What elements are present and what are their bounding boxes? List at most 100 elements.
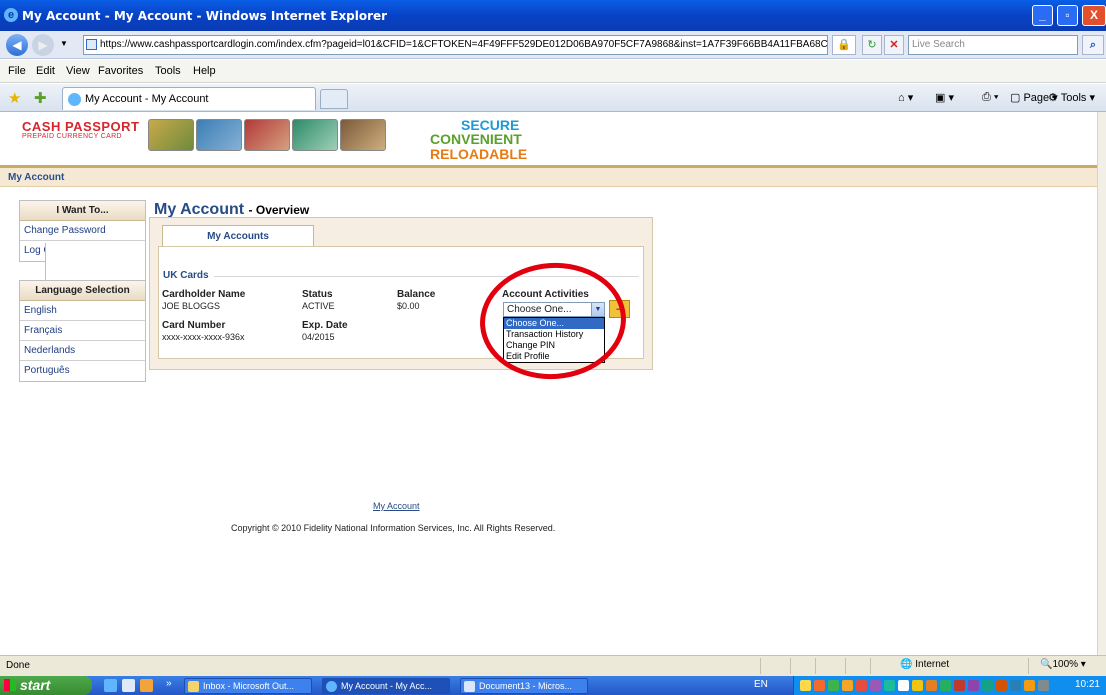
- page-content: CASH PASSPORT PREPAID CURRENCY CARD SECU…: [0, 112, 1097, 655]
- tray-icon[interactable]: [912, 680, 923, 691]
- tray-icon[interactable]: [1024, 680, 1035, 691]
- language-francais[interactable]: Français: [20, 321, 145, 341]
- refresh-icon[interactable]: ↻: [862, 35, 882, 55]
- language-selection-box: Language Selection English Français Nede…: [19, 280, 146, 382]
- menu-bar: File Edit View Favorites Tools Help: [0, 60, 1106, 83]
- tab-my-account[interactable]: My Account - My Account: [62, 87, 316, 110]
- tray-icon[interactable]: [940, 680, 951, 691]
- tray-icon[interactable]: [1010, 680, 1021, 691]
- status-divider: [1028, 658, 1029, 674]
- minimize-button[interactable]: _: [1032, 5, 1053, 26]
- forward-button[interactable]: ▶: [32, 34, 54, 56]
- cards-banner-image: [148, 116, 388, 154]
- add-favorite-icon[interactable]: ✚: [34, 89, 47, 107]
- menu-view[interactable]: View: [66, 65, 90, 77]
- card-image: [292, 119, 338, 151]
- start-button[interactable]: start: [0, 676, 92, 695]
- windows-flag-icon: [4, 679, 16, 691]
- language-indicator[interactable]: EN: [754, 679, 768, 690]
- menu-favorites[interactable]: Favorites: [98, 65, 143, 77]
- breadcrumb-my-account[interactable]: My Account: [8, 172, 64, 183]
- brand-logo[interactable]: CASH PASSPORT: [22, 119, 140, 134]
- language-portugues[interactable]: Português: [20, 361, 145, 381]
- status-divider: [845, 658, 846, 674]
- tab-my-accounts[interactable]: My Accounts: [162, 225, 314, 247]
- status-text: Done: [6, 660, 30, 671]
- language-nederlands[interactable]: Nederlands: [20, 341, 145, 361]
- card-number-label: Card Number: [162, 320, 226, 331]
- language-selection-header: Language Selection: [20, 281, 145, 301]
- window-titlebar: e My Account - My Account - Windows Inte…: [0, 0, 1106, 31]
- url-field[interactable]: https://www.cashpassportcardlogin.com/in…: [83, 35, 828, 55]
- sidebar-item-change-password[interactable]: Change Password: [20, 221, 145, 241]
- tray-icon[interactable]: [814, 680, 825, 691]
- window-title: My Account - My Account - Windows Intern…: [22, 9, 388, 23]
- language-english[interactable]: English: [20, 301, 145, 321]
- feeds-icon[interactable]: ▣ ▾: [935, 91, 954, 104]
- status-divider: [815, 658, 816, 674]
- quicklaunch-expand-icon[interactable]: »: [166, 678, 172, 689]
- menu-file[interactable]: File: [8, 65, 26, 77]
- tray-icon[interactable]: [1038, 680, 1049, 691]
- home-icon[interactable]: ⌂ ▾: [898, 91, 913, 104]
- print-icon[interactable]: ⎙ ▾: [982, 91, 998, 104]
- status-divider: [790, 658, 791, 674]
- tray-icon[interactable]: [996, 680, 1007, 691]
- internet-zone[interactable]: 🌐 Internet: [900, 659, 949, 670]
- taskbar-item-outlook[interactable]: Inbox - Microsoft Out...: [184, 678, 312, 694]
- tray-icon[interactable]: [898, 680, 909, 691]
- tray-icon[interactable]: [982, 680, 993, 691]
- search-icon[interactable]: ⌕: [1082, 35, 1104, 55]
- tray-icon[interactable]: [968, 680, 979, 691]
- tray-icon[interactable]: [954, 680, 965, 691]
- site-header: CASH PASSPORT PREPAID CURRENCY CARD SECU…: [0, 112, 1097, 168]
- card-image: [244, 119, 290, 151]
- balance-label: Balance: [397, 289, 436, 300]
- outlook-icon: [188, 681, 199, 692]
- i-want-to-header: I Want To...: [20, 201, 145, 221]
- status-divider: [760, 658, 761, 674]
- menu-tools[interactable]: Tools: [155, 65, 181, 77]
- footer-my-account-link[interactable]: My Account: [373, 501, 420, 511]
- tray-icon[interactable]: [828, 680, 839, 691]
- quicklaunch-ie-icon[interactable]: [104, 679, 117, 692]
- maximize-button[interactable]: ▫: [1057, 5, 1078, 26]
- tab-bar: ★ ✚ My Account - My Account ⌂ ▾ ▣ ▾ ⎙ ▾ …: [0, 84, 1106, 112]
- status-bar: Done 🌐 Internet 🔍100% ▾: [0, 655, 1106, 676]
- close-button[interactable]: X: [1082, 5, 1106, 26]
- status-value: ACTIVE: [302, 301, 335, 311]
- history-dropdown-icon[interactable]: ▼: [60, 39, 68, 48]
- taskbar-item-word[interactable]: Document13 - Micros...: [460, 678, 588, 694]
- tray-icon[interactable]: [884, 680, 895, 691]
- favorites-star-icon[interactable]: ★: [8, 89, 21, 107]
- zoom-level[interactable]: 🔍100% ▾: [1040, 659, 1086, 670]
- ie-icon: [326, 681, 337, 692]
- status-divider: [870, 658, 871, 674]
- page-favicon-icon: [86, 39, 97, 50]
- word-icon: [464, 681, 475, 692]
- menu-edit[interactable]: Edit: [36, 65, 55, 77]
- tray-icon[interactable]: [870, 680, 881, 691]
- quicklaunch-media-icon[interactable]: [140, 679, 153, 692]
- tray-icon[interactable]: [926, 680, 937, 691]
- tray-icon[interactable]: [856, 680, 867, 691]
- quicklaunch-desktop-icon[interactable]: [122, 679, 135, 692]
- clock[interactable]: 10:21: [1075, 679, 1100, 690]
- card-image: [148, 119, 194, 151]
- taskbar-item-ie[interactable]: My Account - My Acc...: [322, 678, 450, 694]
- search-input[interactable]: Live Search: [908, 35, 1078, 55]
- tray-icon[interactable]: [842, 680, 853, 691]
- card-number-value: xxxx-xxxx-xxxx-936x: [162, 332, 245, 342]
- tools-menu[interactable]: ⚙ Tools ▾: [1048, 91, 1095, 104]
- lock-icon[interactable]: 🔒: [832, 35, 856, 55]
- vertical-scrollbar[interactable]: [1097, 112, 1106, 655]
- brand-tagline: PREPAID CURRENCY CARD: [22, 133, 122, 140]
- back-button[interactable]: ◀: [6, 34, 28, 56]
- menu-help[interactable]: Help: [193, 65, 216, 77]
- new-tab-button[interactable]: [320, 89, 348, 109]
- card-image: [196, 119, 242, 151]
- tray-icon[interactable]: [800, 680, 811, 691]
- ie-tab-icon: [68, 93, 81, 106]
- slogan-reloadable: RELOADABLE: [430, 146, 528, 162]
- stop-icon[interactable]: ✕: [884, 35, 904, 55]
